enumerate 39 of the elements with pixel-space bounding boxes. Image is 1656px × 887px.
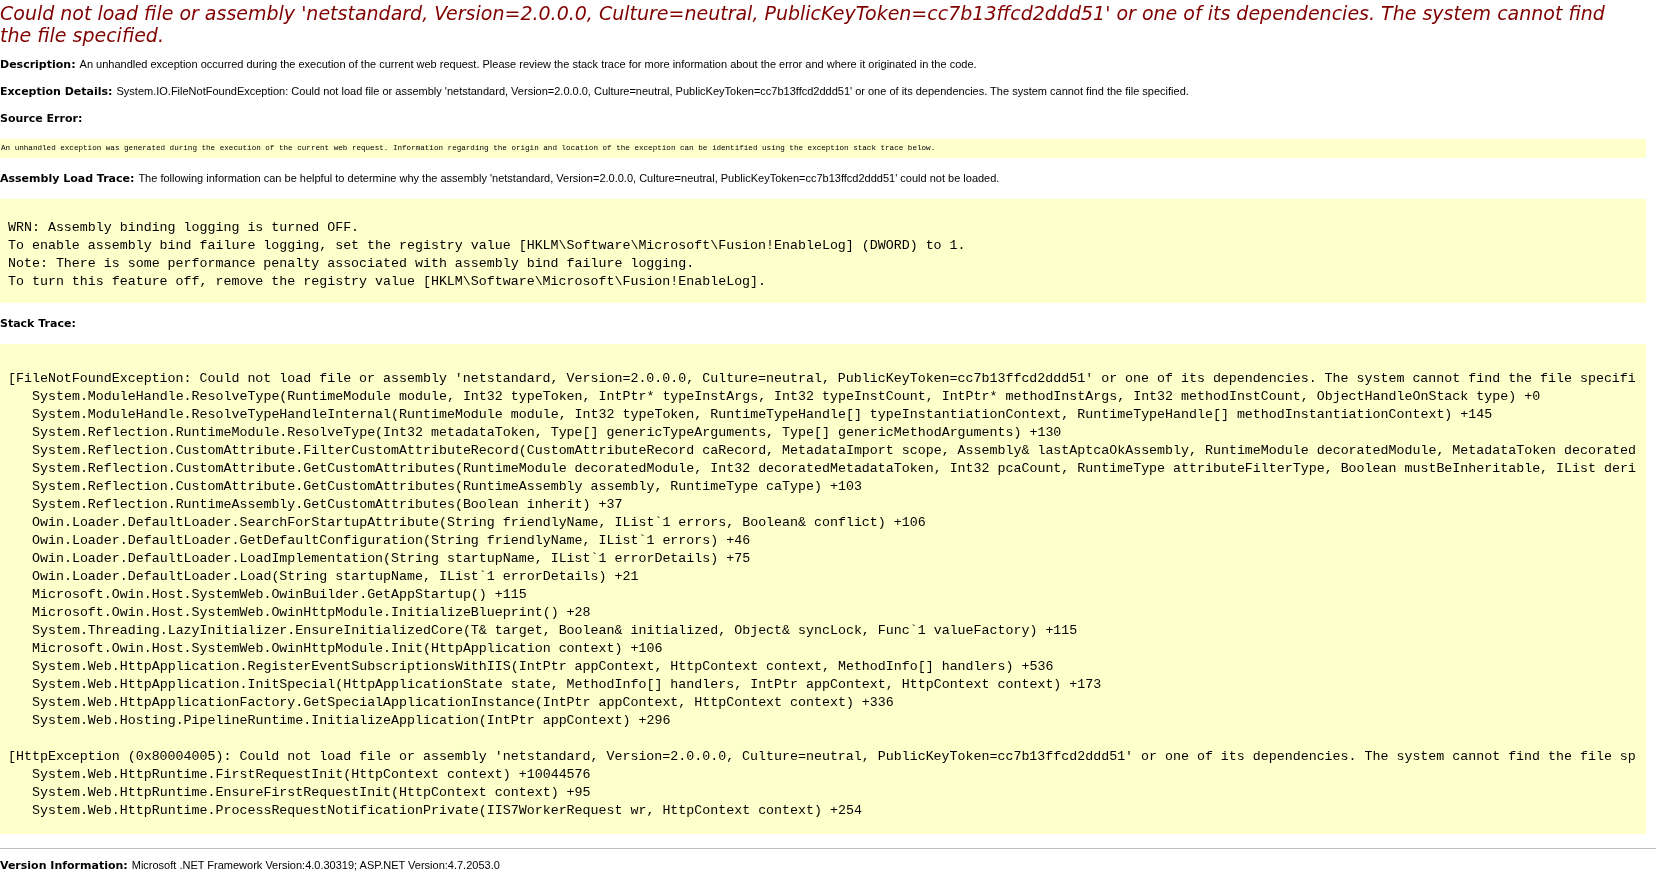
stack-frame: System.Reflection.CustomAttribute.GetCustomAttributes(RuntimeAssembly assembly, RuntimeType caType) +103 (8, 478, 862, 496)
section-heading: Source Error: (0, 112, 84, 125)
stack-frame: Owin.Loader.DefaultLoader.GetDefaultConfiguration(String friendlyName, IList`1 errors) +46 (8, 532, 751, 550)
stack-frame: Owin.Loader.DefaultLoader.SearchForStartupAttribute(String friendlyName, IList`1 errors, Boolean& conflict) +106 (8, 514, 926, 532)
code-line: To turn this feature off, remove the registry value [HKLM\Software\Microsoft\Fusion!EnableLog]. (8, 273, 767, 291)
exception-line: [HttpException (0x80004005): Could not load file or assembly 'netstandard, Version=2.0.0.0, Culture=neutral, PublicKeyToken=cc7b13ffcd2ddd51' or one of its dependencies. The system cannot find the file sp (8, 748, 1636, 766)
code-line: To enable assembly bind failure logging, set the registry value [HKLM\Software\Microsoft\Fusion!EnableLog] (DWORD) to 1. (8, 237, 966, 255)
stack-frame: System.Web.HttpApplicationFactory.GetSpecialApplicationInstance(IntPtr appContext, HttpContext context) +336 (8, 694, 894, 712)
field-text: An unhandled exception occurred during the execution of the current web request. Please review the stack trace for more information about the error and where it originated in the code. (79, 58, 977, 70)
stack-frame: System.ModuleHandle.ResolveTypeHandleInternal(RuntimeModule module, Int32 typeToken, RuntimeTypeHandle[] typeInstantiationContext, RuntimeTypeHandle[] methodInstantiationContext) +145 (8, 406, 1493, 424)
stack-frame: System.Reflection.RuntimeModule.ResolveType(Int32 metadataToken, Type[] genericTypeArguments, Type[] genericMethodArguments) +130 (8, 424, 1062, 442)
stack-frame: Owin.Loader.DefaultLoader.Load(String startupName, IList`1 errorDetails) +21 (8, 568, 639, 586)
stack-frame: Owin.Loader.DefaultLoader.LoadImplementation(String startupName, IList`1 errorDetails) +75 (8, 550, 751, 568)
field-text: System.IO.FileNotFoundException: Could not load file or assembly 'netstandard, Version=2.0.0.0, Culture=neutral, PublicKeyToken=cc7b13ffcd2ddd51' or one of its dependencies. The system cannot find the file specified. (116, 85, 1189, 97)
stack-frame: Microsoft.Owin.Host.SystemWeb.OwinBuilder.GetAppStartup() +115 (8, 586, 527, 604)
stack-frame: System.Web.HttpApplication.InitSpecial(HttpApplicationState state, MethodInfo[] handlers, IntPtr appContext, HttpContext context) +173 (8, 676, 1102, 694)
field-text: The following information can be helpful to determine why the assembly 'netstandard, Version=2.0.0.0, Culture=neutral, PublicKeyToken=cc7b13ffcd2ddd51' could not be loaded. (138, 172, 1000, 184)
stack-frame: Microsoft.Owin.Host.SystemWeb.OwinHttpModule.Init(HttpApplication context) +106 (8, 640, 663, 658)
section-heading: Stack Trace: (0, 317, 77, 330)
stack-frame: System.Web.HttpApplication.RegisterEventSubscriptionsWithIIS(IntPtr appContext, HttpContext context, MethodInfo[] handlers) +536 (8, 658, 1054, 676)
code-line: WRN: Assembly binding logging is turned OFF. (8, 219, 360, 237)
stack-frame: System.Web.HttpRuntime.FirstRequestInit(HttpContext context) +10044576 (8, 766, 591, 784)
field-label: Version Information: (0, 859, 128, 872)
field-label: Description: (0, 58, 76, 71)
field-label: Assembly Load Trace: (0, 172, 135, 185)
stack-frame: System.Web.HttpRuntime.ProcessRequestNotificationPrivate(IIS7WorkerRequest wr, HttpContext context) +254 (8, 802, 862, 820)
stack-frame: System.Reflection.RuntimeAssembly.GetCustomAttributes(Boolean inherit) +37 (8, 496, 623, 514)
stack-frame: System.Threading.LazyInitializer.EnsureInitializedCore(T& target, Boolean& initialized, Object& syncLock, Func`1 valueFactory) +115 (8, 622, 1078, 640)
stack-frame: Microsoft.Owin.Host.SystemWeb.OwinHttpModule.InitializeBlueprint() +28 (8, 604, 591, 622)
exception-line: [FileNotFoundException: Could not load file or assembly 'netstandard, Version=2.0.0.0, Culture=neutral, PublicKeyToken=cc7b13ffcd2ddd51' or one of its dependencies. The system cannot find the file specifi (8, 370, 1636, 388)
error-title: Could not load file or assembly 'netstandard, Version=2.0.0.0, Culture=neutral, PublicKeyToken=cc7b13ffcd2ddd51' or one of its dependencies. The system cannot find the file specified. (0, 2, 1606, 46)
stack-frame: System.Reflection.CustomAttribute.FilterCustomAttributeRecord(CustomAttributeRecord caRecord, MetadataImport scope, Assembly& lastAptcaOkAssembly, RuntimeModule decoratedModule, MetadataToken decorated (8, 442, 1636, 460)
stack-frame: System.Web.Hosting.PipelineRuntime.InitializeApplication(IntPtr appContext) +296 (8, 712, 671, 730)
stack-frame: System.ModuleHandle.ResolveType(RuntimeModule module, Int32 typeToken, IntPtr* typeInstArgs, Int32 typeInstCount, IntPtr* methodInstArgs, Int32 methodInstCount, ObjectHandleOnStack type) +0 (8, 388, 1541, 406)
field-text: Microsoft .NET Framework Version:4.0.30319; ASP.NET Version:4.7.2053.0 (131, 859, 500, 871)
stack-frame: System.Reflection.CustomAttribute.GetCustomAttributes(RuntimeModule decoratedModule, Int32 decoratedMetadataToken, Int32 pcaCount, RuntimeType attributeFilterType, Boolean mustBeInheritable, IList deri (8, 460, 1636, 478)
code-line: Note: There is some performance penalty associated with assembly bind failure logging. (8, 255, 695, 273)
field-label: Exception Details: (0, 85, 113, 98)
stack-frame: System.Web.HttpRuntime.EnsureFirstRequestInit(HttpContext context) +95 (8, 784, 591, 802)
